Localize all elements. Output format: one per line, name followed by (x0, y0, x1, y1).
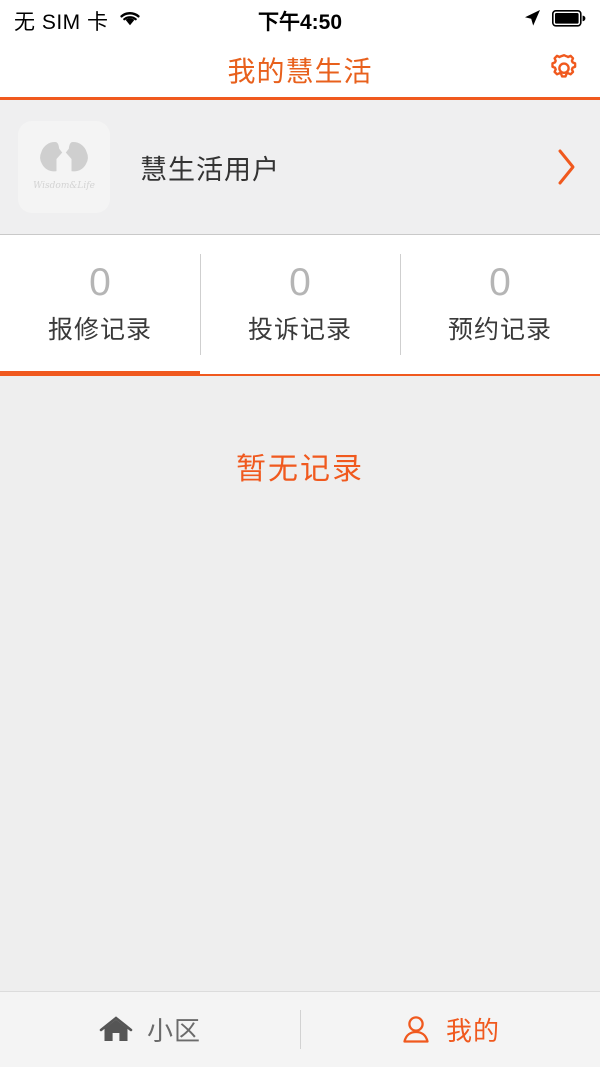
status-bar-left: 无 SIM 卡 (14, 6, 142, 36)
app-logo-avatar: Wisdom&Life (25, 126, 103, 209)
avatar: Wisdom&Life (18, 121, 110, 213)
nav-item-mine[interactable]: 我的 (300, 992, 600, 1067)
gear-icon (547, 50, 581, 89)
tab-complaint-records[interactable]: 0 投诉记录 (200, 235, 400, 374)
tab-label: 预约记录 (447, 316, 552, 344)
records-tabs: 0 报修记录 0 投诉记录 0 预约记录 (0, 235, 600, 376)
location-arrow-icon (522, 8, 542, 34)
settings-button[interactable] (544, 50, 584, 90)
records-content-area: 暂无记录 (0, 376, 600, 991)
wifi-icon (118, 9, 142, 33)
tab-active-indicator (0, 371, 200, 376)
chevron-right-icon[interactable] (554, 145, 580, 189)
nav-label: 小区 (146, 1016, 201, 1046)
status-bar-right (522, 8, 586, 34)
tab-count: 0 (289, 261, 311, 304)
bottom-nav: 小区 我的 (0, 991, 600, 1067)
nav-item-community[interactable]: 小区 (0, 992, 300, 1067)
home-icon (99, 1014, 133, 1046)
empty-state-message: 暂无记录 (236, 453, 364, 486)
avatar-logo-text: Wisdom&Life (33, 181, 95, 191)
tab-label: 报修记录 (47, 316, 152, 344)
person-icon (400, 1014, 432, 1046)
tab-count: 0 (89, 261, 111, 304)
app-header: 我的慧生活 (0, 42, 600, 100)
profile-name: 慧生活用户 (140, 154, 280, 185)
tab-repair-records[interactable]: 0 报修记录 (0, 235, 200, 374)
tab-label: 投诉记录 (247, 316, 352, 344)
tab-count: 0 (489, 261, 511, 304)
profile-card[interactable]: Wisdom&Life 慧生活用户 (0, 100, 600, 235)
nav-label: 我的 (445, 1016, 500, 1046)
tab-appointment-records[interactable]: 0 预约记录 (400, 235, 600, 374)
carrier-label: 无 SIM 卡 (14, 11, 109, 34)
status-bar: 无 SIM 卡 下午4:50 (0, 0, 600, 42)
app-screen: 无 SIM 卡 下午4:50 我的慧生活 Wisdom&Life 慧生活用户 0… (0, 0, 600, 1067)
battery-full-icon (552, 9, 586, 33)
page-title: 我的慧生活 (227, 55, 373, 87)
